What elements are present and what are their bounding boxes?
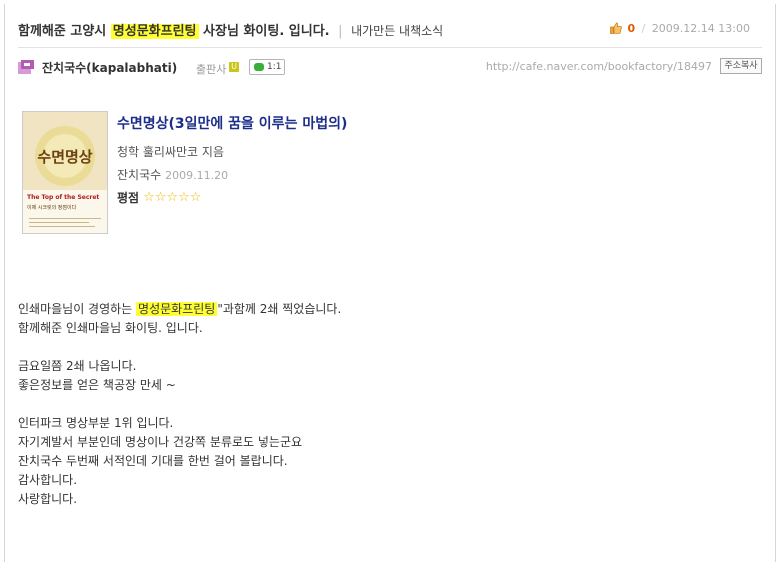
book-reviewer: 잔치국수 [117, 168, 162, 182]
copy-address-button[interactable]: 주소복사 [720, 58, 762, 74]
title-separator: | [338, 24, 343, 39]
body-line-7: 잔치국수 두번째 서적인데 기대를 한번 걸어 볼랍니다. [18, 454, 288, 468]
book-cover-image[interactable]: 수면명상 The Top of the Secret 이제 시크릿의 정점이다 [22, 111, 108, 234]
post-title: 함께해준 고양시 명성문화프린팅 사장님 화이팅. 입니다. | 내가만든 내책… [18, 20, 443, 39]
star-icon: ☆ [189, 190, 202, 205]
book-cover-art [23, 112, 107, 233]
body-line-9: 사랑합니다. [18, 492, 78, 506]
rating-stars: ☆ ☆ ☆ ☆ ☆ [143, 191, 201, 204]
body-line-4: 좋은정보를 얻은 책공장 만세 ~ [18, 378, 176, 392]
author-row: 잔치국수(kapalabhati) 출판사 U 1:1 http://cafe.… [18, 56, 762, 78]
post-title-prefix: 함께해준 고양시 [18, 24, 107, 39]
body-line-1-prefix: 인쇄마을님이 경영하는 [18, 302, 133, 316]
cover-subtitle: The Top of the Secret [27, 194, 100, 201]
author-nickname[interactable]: 잔치국수(kapalabhati) [42, 59, 177, 76]
book-info: 수면명상(3일만에 꿈을 이루는 마법의) 청학 훌리싸만코 지음 잔치국수 20… [117, 111, 737, 206]
star-icon: ☆ [143, 190, 155, 205]
book-review-date: 2009.11.20 [165, 169, 229, 182]
book-title[interactable]: 수면명상(3일만에 꿈을 이루는 마법의) [117, 113, 737, 133]
header-divider [18, 47, 762, 48]
cover-tagline: 이제 시크릿의 정점이다 [27, 205, 77, 211]
book-rating: 평점 ☆ ☆ ☆ ☆ ☆ [117, 189, 737, 206]
post-header: 함께해준 고양시 명성문화프린팅 사장님 화이팅. 입니다. | 내가만든 내책… [18, 18, 760, 40]
chat-button[interactable]: 1:1 [249, 59, 285, 75]
chat-label: 1:1 [267, 62, 282, 72]
category-link[interactable]: 내가만든 내책소식 [351, 24, 443, 38]
book-author: 청학 훌리싸만코 지음 [117, 145, 224, 159]
post-date: 2009.12.14 13:00 [651, 22, 750, 35]
date-separator: / [641, 22, 646, 35]
post-title-highlight: 명성문화프린팅 [110, 24, 199, 39]
like-count: 0 [627, 22, 636, 35]
body-line-8: 감사합니다. [18, 473, 78, 487]
post-url[interactable]: http://cafe.naver.com/bookfactory/18497 [486, 60, 712, 73]
post-body: 인쇄마을님이 경영하는 명성문화프린팅 "과함께 2쇄 찍었습니다. 함께해준 인… [18, 300, 758, 509]
body-line-1: 인쇄마을님이 경영하는 명성문화프린팅 "과함께 2쇄 찍었습니다. [18, 300, 758, 319]
member-level-badge: U [229, 62, 239, 72]
body-line-1-highlight: 명성문화프린팅 [136, 302, 218, 316]
star-icon: ☆ [166, 190, 179, 205]
body-line-1-suffix: "과함께 2쇄 찍었습니다. [217, 302, 342, 316]
rating-label: 평점 [117, 191, 140, 205]
body-line-6: 자기계발서 부분인데 명상이나 건강쪽 분류로도 넣는군요 [18, 435, 303, 449]
body-line-5: 인터파크 명상부분 1위 입니다. [18, 416, 174, 430]
body-line-2: 함께해준 인쇄마을님 화이팅. 입니다. [18, 321, 203, 335]
book-review-meta: 잔치국수 2009.11.20 [117, 166, 737, 183]
cafe-member-icon [18, 60, 34, 74]
star-icon: ☆ [154, 190, 167, 205]
post-meta: 0 / 2009.12.14 13:00 [610, 22, 750, 35]
author-role: 출판사 [196, 63, 227, 76]
chat-bubble-icon [254, 63, 264, 71]
post-title-suffix: 사장님 화이팅. 입니다. [203, 24, 330, 39]
thumbs-up-icon[interactable] [610, 22, 622, 34]
star-icon: ☆ [178, 190, 190, 205]
cover-title: 수면명상 [37, 148, 93, 166]
body-line-3: 금요일쯤 2쇄 나옵니다. [18, 359, 137, 373]
